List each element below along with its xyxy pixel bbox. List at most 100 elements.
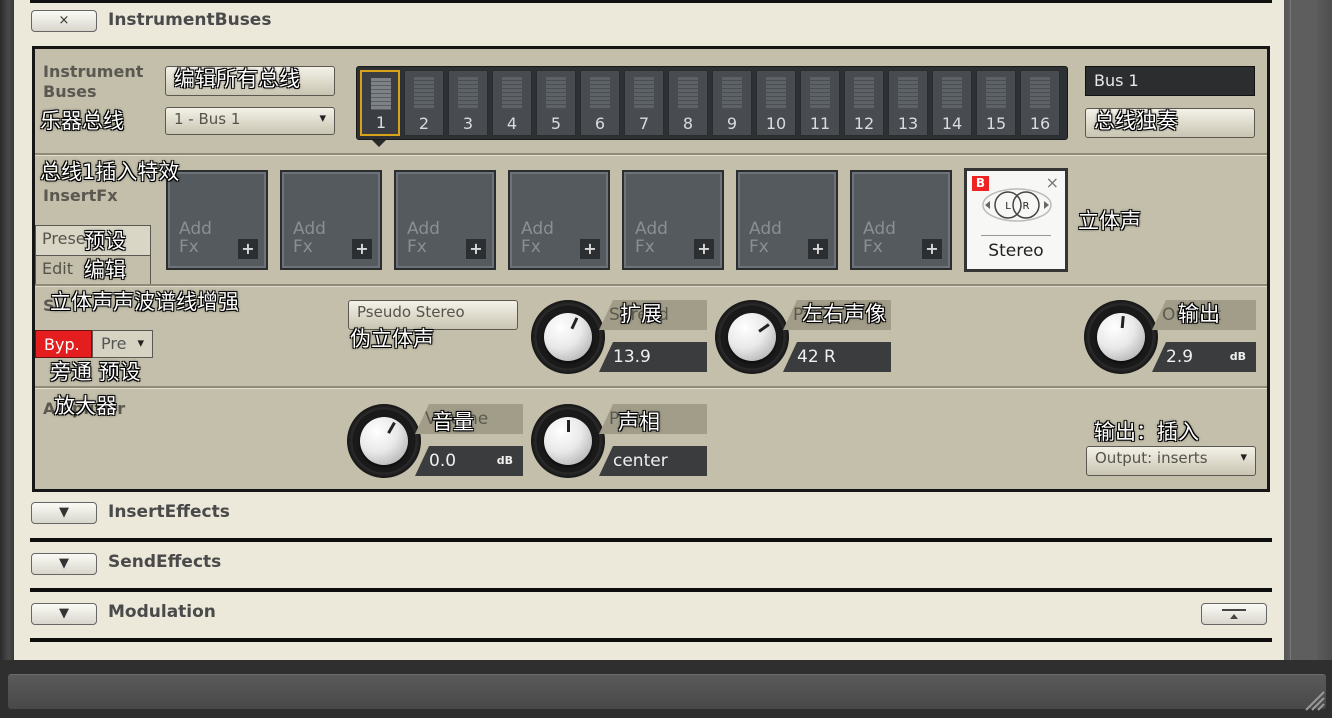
section-title-modulation: Modulation	[108, 602, 216, 622]
annotation-volume: 音量	[432, 410, 474, 434]
bus-meter	[766, 77, 786, 109]
spread-value[interactable]: 13.9	[599, 342, 707, 372]
bus-solo-button[interactable]: 总线独奏	[1085, 108, 1255, 138]
resize-grip-icon[interactable]	[1302, 688, 1326, 712]
bus-button-8[interactable]: 8	[668, 70, 708, 136]
expand-modulation-button[interactable]: ▼	[31, 603, 97, 625]
pan-knob[interactable]	[531, 404, 605, 478]
preset-dropdown[interactable]: Pre	[92, 330, 153, 358]
bus-meter	[722, 77, 742, 109]
bus-button-16[interactable]: 16	[1020, 70, 1060, 136]
bus-meter	[502, 77, 522, 109]
pan-lr-value[interactable]: 42 R	[783, 342, 891, 372]
scrollbar-thumb[interactable]	[1290, 0, 1317, 660]
bus-button-4[interactable]: 4	[492, 70, 532, 136]
volume-value[interactable]: 0.0 dB	[415, 446, 523, 476]
fx-slot-3[interactable]: Add Fx +	[394, 170, 496, 270]
bus-button-5[interactable]: 5	[536, 70, 576, 136]
bus-button-13[interactable]: 13	[888, 70, 928, 136]
output-knob[interactable]	[1084, 300, 1158, 374]
add-fx-icon[interactable]: +	[808, 239, 828, 259]
fx-slot-stereo[interactable]: B × L R Stereo	[964, 168, 1068, 272]
section-divider	[30, 538, 1272, 542]
panel-title-line1: Instrument	[43, 62, 144, 81]
fx-slot-4[interactable]: Add Fx +	[508, 170, 610, 270]
bus-meter	[810, 77, 830, 109]
expand-send-effects-button[interactable]: ▼	[31, 553, 97, 575]
stereo-fx-name: Stereo	[988, 241, 1044, 261]
annotation-edit: 编辑	[84, 258, 126, 282]
add-fx-icon[interactable]: +	[694, 239, 714, 259]
annotation-amplifier: 放大器	[54, 394, 117, 418]
bus-meter	[898, 77, 918, 109]
annotation-bus1-insert-fx: 总线1插入特效	[40, 160, 180, 184]
bus-meter	[414, 77, 434, 109]
svg-text:R: R	[1023, 201, 1030, 212]
stereo-lr-icon: L R	[982, 188, 1052, 222]
bus-button-3[interactable]: 3	[448, 70, 488, 136]
close-icon: ×	[58, 13, 70, 28]
bus-button-15[interactable]: 15	[976, 70, 1016, 136]
bus-meter	[590, 77, 610, 109]
bus-button-14[interactable]: 14	[932, 70, 972, 136]
bypass-button[interactable]: Byp.	[35, 330, 92, 358]
bus-button-10[interactable]: 10	[756, 70, 796, 136]
annotation-stereo-enhance: 立体声声波谱线增强	[50, 290, 239, 314]
add-fx-icon[interactable]: +	[352, 239, 372, 259]
bus-button-6[interactable]: 6	[580, 70, 620, 136]
fx-slot-7[interactable]: Add Fx +	[850, 170, 952, 270]
add-fx-icon[interactable]: +	[922, 239, 942, 259]
annotation-output-inserts: 输出：插入	[1094, 420, 1199, 444]
collapse-instrument-buses-button[interactable]: ×	[31, 10, 97, 32]
scrollbar-track[interactable]	[1284, 0, 1332, 718]
annotation-preset: 预设	[84, 229, 126, 253]
add-fx-icon[interactable]: +	[580, 239, 600, 259]
section-title-insert-effects: InsertEffects	[108, 502, 230, 522]
svg-text:L: L	[1005, 201, 1011, 212]
slot-underline	[981, 235, 1051, 236]
volume-knob[interactable]	[347, 404, 421, 478]
selected-bus-arrow-icon	[372, 140, 386, 147]
section-title-instrument-buses: InstrumentBuses	[108, 10, 272, 30]
fx-slot-1[interactable]: Add Fx +	[166, 170, 268, 270]
pan-value[interactable]: center	[599, 446, 707, 476]
bus-select-dropdown[interactable]: 1 - Bus 1	[165, 107, 335, 135]
add-fx-icon[interactable]: +	[466, 239, 486, 259]
bus-name-field[interactable]: Bus 1	[1085, 66, 1255, 96]
annotation-lr-pan: 左右声像	[802, 302, 886, 326]
bus-meter	[546, 77, 566, 109]
bus-button-2[interactable]: 2	[404, 70, 444, 136]
bus-button-11[interactable]: 11	[800, 70, 840, 136]
section-title-send-effects: SendEffects	[108, 552, 222, 572]
chevron-down-icon: ▼	[59, 556, 69, 571]
bus-meter	[1030, 77, 1050, 109]
edit-all-buses-button[interactable]: 编辑所有总线	[165, 66, 335, 96]
fx-slot-5[interactable]: Add Fx +	[622, 170, 724, 270]
annotation-pan: 声相	[618, 410, 660, 434]
bus-button-12[interactable]: 12	[844, 70, 884, 136]
chevron-down-icon: ▼	[59, 606, 69, 621]
pan-lr-knob[interactable]	[715, 300, 789, 374]
annotation-bypass-preset: 旁通 预设	[50, 360, 141, 384]
dock-icon	[1222, 609, 1246, 619]
pseudo-stereo-button[interactable]: Pseudo Stereo	[348, 300, 518, 330]
fx-slot-2[interactable]: Add Fx +	[280, 170, 382, 270]
status-strip	[8, 674, 1326, 709]
bus-button-7[interactable]: 7	[624, 70, 664, 136]
spread-knob[interactable]	[531, 300, 605, 374]
bus-meter	[942, 77, 962, 109]
bus-meter	[634, 77, 654, 109]
modulation-dock-button[interactable]	[1201, 603, 1267, 625]
output-value[interactable]: 2.9 dB	[1152, 342, 1256, 372]
chevron-down-icon: ▼	[59, 505, 69, 520]
bus-button-1[interactable]: 1	[360, 70, 400, 136]
bus-meter	[678, 77, 698, 109]
add-fx-icon[interactable]: +	[238, 239, 258, 259]
expand-insert-effects-button[interactable]: ▼	[31, 502, 97, 524]
bus-button-9[interactable]: 9	[712, 70, 752, 136]
output-select-dropdown[interactable]: Output: inserts	[1086, 446, 1256, 476]
annotation-output: 输出	[1178, 302, 1220, 326]
window-frame-left	[0, 0, 14, 718]
fx-slot-6[interactable]: Add Fx +	[736, 170, 838, 270]
annotation-instrument-buses: 乐器总线	[40, 109, 124, 133]
